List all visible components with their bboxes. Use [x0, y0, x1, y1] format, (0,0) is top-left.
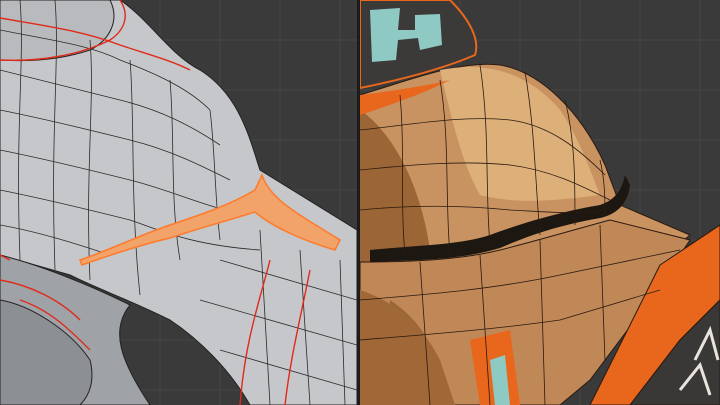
split-viewport — [0, 0, 720, 405]
viewport-textured-shading[interactable] — [360, 0, 720, 405]
mesh-canvas-textured[interactable] — [360, 0, 720, 405]
mesh-canvas-solid[interactable] — [0, 0, 357, 405]
viewport-solid-shading[interactable] — [0, 0, 357, 405]
